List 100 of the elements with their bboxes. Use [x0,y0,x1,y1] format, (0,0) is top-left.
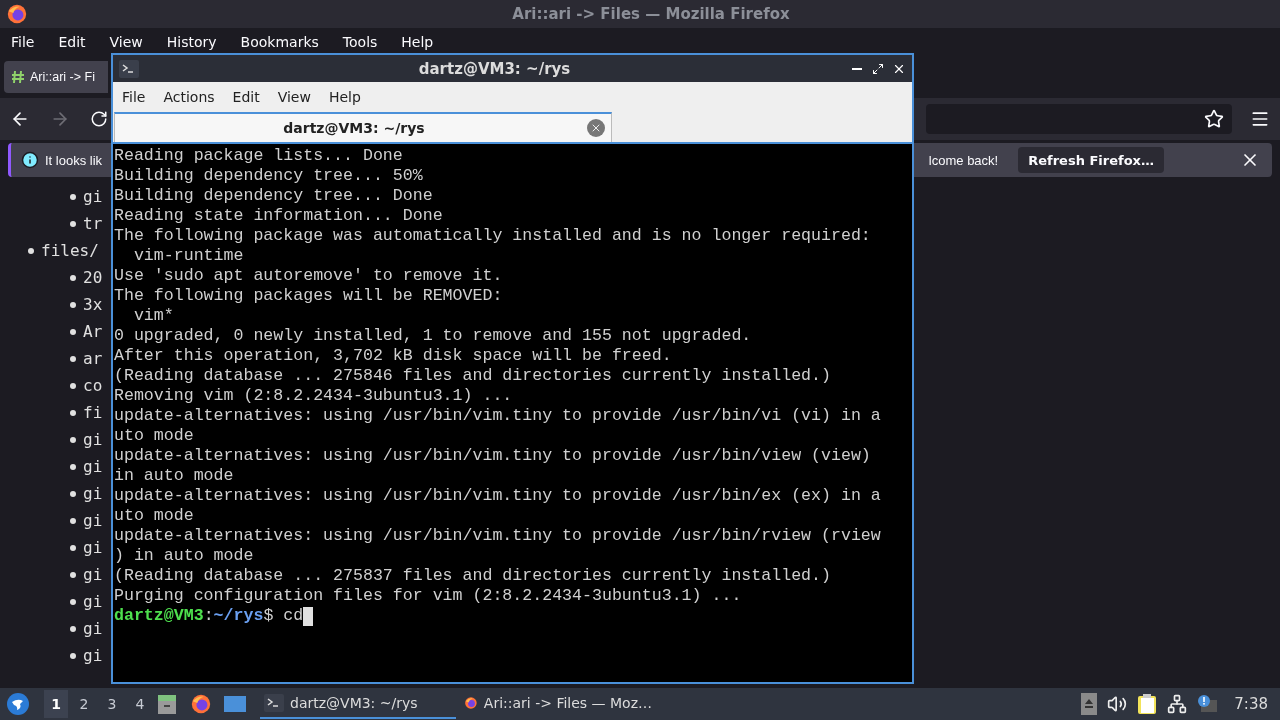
workspace-button[interactable]: 3 [100,690,124,718]
terminal-tab[interactable]: dartz@VM3: ~/rys [114,112,612,142]
list-item: 20 [83,268,103,287]
maximize-button[interactable] [872,62,884,75]
menu-item[interactable]: Edit [225,89,267,105]
list-item: files/ [41,241,99,260]
menu-item[interactable]: File [115,89,153,105]
bullet-icon [70,490,76,497]
list-item: gi [83,565,103,584]
bullet-icon [70,544,76,551]
terminal-line: update-alternatives: using /usr/bin/vim.tiny to provide /usr/bin/vi (vi) in a [114,406,882,426]
list-item: 3x [83,295,103,314]
bullet-icon [70,598,76,605]
terminal-line: Building dependency tree... Done [114,186,434,206]
terminal-line: The following packages will be REMOVED: [114,286,504,306]
bullet-icon [70,409,76,416]
list-item: gi [83,484,103,503]
workspace-button[interactable]: 1 [44,690,68,718]
menu-item[interactable]: Bookmarks [233,33,326,50]
firefox-icon [6,3,28,25]
workspace-button[interactable]: 4 [128,690,152,718]
menu-item[interactable]: File [4,33,42,50]
close-icon [590,122,602,134]
reload-icon [90,110,108,128]
menu-item[interactable]: View [102,33,150,50]
url-field[interactable] [926,104,1232,134]
menu-item[interactable]: Tools [335,33,385,50]
clock: 7:38 [1234,695,1268,713]
bullet-icon [70,355,76,362]
terminal-line: uto mode [114,506,195,526]
terminal-line: After this operation, 3,702 kB disk space will be freed. [114,346,673,366]
list-item: Ar [83,322,103,341]
firefox-launcher-icon [190,693,212,715]
terminal-line: (Reading database ... 275837 files and directories currently installed.) [114,566,832,586]
window-title: dartz@VM3: ~/rys [417,59,572,78]
task-button[interactable]: dartz@VM3: ~/rys [260,689,456,719]
terminal-line: update-alternatives: using /usr/bin/vim.tiny to provide /usr/bin/ex (ex) in a [114,486,882,506]
prompt-separator: : [203,606,214,626]
terminal-line: vim-runtime [132,246,245,266]
menu-item[interactable]: View [270,89,318,105]
terminal-line: uto mode [114,426,195,446]
terminal-line: (Reading database ... 275846 files and directories currently installed.) [114,366,832,386]
menu-item[interactable]: History [159,33,224,50]
terminal-line: The following package was automatically installed and is no longer required: [114,226,872,246]
terminal-line: Use 'sudo apt autoremove' to remove it. [114,266,504,286]
bullet-icon [70,274,76,281]
window-title: Ari::ari -> Files — Mozilla Firefox [511,5,791,23]
bullet-icon [70,571,76,578]
notification-text: It looks lik [45,152,103,168]
typed-command: cd [283,606,304,626]
window-icon[interactable] [224,694,246,714]
list-item: gi [83,592,103,611]
bullet-icon [70,193,76,200]
terminal-line: vim* [132,306,175,326]
info-icon [21,151,39,169]
terminal-line: Purging configuration files for vim (2:8.2.2434-3ubuntu3.1) ... [114,586,743,606]
refresh-button[interactable]: Refresh Firefox… [1018,147,1164,173]
terminal-line: ) in auto mode [114,546,255,566]
list-item: gi [83,538,103,557]
terminal-line: update-alternatives: using /usr/bin/vim.tiny to provide /usr/bin/rview (rview [114,526,882,546]
start-menu-icon[interactable] [6,692,30,716]
bullet-icon [70,301,76,308]
close-tab-button[interactable] [587,119,605,137]
terminal-icon [264,694,284,712]
star-icon[interactable] [1204,109,1224,129]
terminal-line: Removing vim (2:8.2.2434-3ubuntu3.1) ... [114,386,514,406]
list-item: tr [83,214,103,233]
bullet-icon [70,463,76,470]
text-cursor [303,606,314,626]
prompt-path: ~/rys [213,606,264,626]
list-item: fi [83,403,103,422]
terminal-line: 0 upgraded, 0 newly installed, 1 to remove and 155 not upgraded. [114,326,753,346]
bullet-icon [70,652,76,659]
bullet-icon [70,625,76,632]
terminal-app-icon [119,59,139,78]
list-item: gi [83,187,103,206]
bullet-icon [70,220,76,227]
hash-icon [10,68,26,85]
workspace-button[interactable]: 2 [72,690,96,718]
task-button[interactable]: Ari::ari -> Files — Moz… [460,689,656,719]
menu-icon [1250,109,1270,129]
menu-item[interactable]: Help [394,33,441,50]
list-item: gi [83,457,103,476]
notification-text: lcome back! [928,152,999,168]
browser-tab[interactable]: Ari::ari -> Fi [4,60,108,93]
list-item: ar [83,349,103,368]
bullet-icon [70,382,76,389]
menu-item[interactable]: Actions [156,89,222,105]
menu-item[interactable]: Help [321,89,368,105]
list-item: gi [83,619,103,638]
minimize-icon [852,67,862,70]
menu-item[interactable]: Edit [51,33,93,50]
terminal-line: Reading state information... Done [114,206,444,226]
bullet-icon [28,247,34,254]
file-cabinet-icon[interactable] [156,693,178,715]
prompt-symbol: $ [263,606,274,626]
bullet-icon [70,517,76,524]
terminal-line: update-alternatives: using /usr/bin/vim.tiny to provide /usr/bin/view (view) [114,446,872,466]
bullet-icon [70,436,76,443]
list-item: gi [83,511,103,530]
